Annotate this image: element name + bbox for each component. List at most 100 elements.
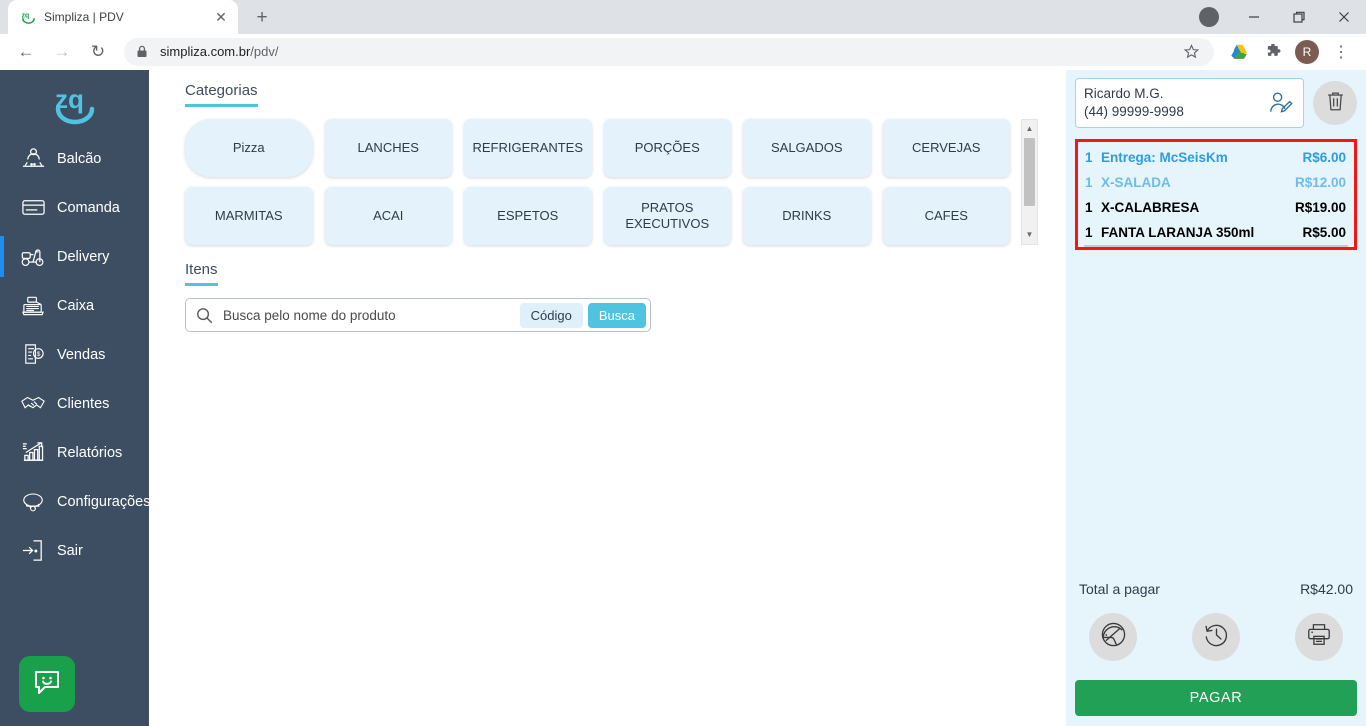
sidebar-item-label: Sair: [57, 542, 83, 559]
item-name: X-SALADA: [1101, 175, 1171, 190]
category-button[interactable]: ACAI: [324, 187, 452, 245]
sidebar-item-comanda[interactable]: Comanda: [0, 183, 149, 232]
category-button[interactable]: LANCHES: [324, 119, 452, 177]
item-price: R$19.00: [1294, 200, 1346, 215]
category-button[interactable]: SALGADOS: [743, 119, 871, 177]
browser-tab-strip: zq Simpliza | PDV ✕ +: [0, 0, 1366, 34]
puzzle-icon[interactable]: [1259, 38, 1287, 66]
reload-icon[interactable]: ↻: [83, 37, 113, 67]
sidebar-item-balcao[interactable]: Balcão: [0, 134, 149, 183]
total-label: Total a pagar: [1079, 581, 1160, 597]
new-tab-button[interactable]: +: [248, 3, 276, 31]
maximize-button[interactable]: [1276, 0, 1321, 34]
chrome-menu-icon[interactable]: ⋮: [1327, 38, 1355, 66]
avatar-letter: R: [1295, 39, 1319, 64]
profile-avatar[interactable]: R: [1293, 38, 1321, 66]
avatar: [1198, 7, 1219, 27]
sidebar-item-configuracoes[interactable]: Configurações: [0, 477, 151, 526]
order-history-button[interactable]: [1192, 613, 1240, 661]
person-edit-icon[interactable]: [1265, 90, 1295, 116]
tab-title: Simpliza | PDV: [44, 10, 124, 24]
close-icon[interactable]: ✕: [212, 8, 230, 26]
sidebar-item-clientes[interactable]: Clientes: [0, 379, 149, 428]
category-button[interactable]: REFRIGERANTES: [464, 119, 592, 177]
url-path: /pdv/: [250, 44, 279, 59]
product-search-bar: Código Busca: [185, 298, 651, 332]
gear-icon: [18, 490, 48, 514]
simpliza-logo-icon: zq: [20, 9, 36, 25]
category-button[interactable]: CAFES: [882, 187, 1010, 245]
item-price: R$12.00: [1294, 175, 1346, 190]
scrollbar-thumb[interactable]: [1024, 138, 1035, 206]
sidebar: zq Balcão Comanda Delivery Caixa $ Venda…: [0, 70, 151, 726]
search-input[interactable]: [223, 307, 520, 323]
category-button[interactable]: Pizza: [185, 119, 313, 177]
lock-icon: [136, 45, 148, 58]
sidebar-item-caixa[interactable]: Caixa: [0, 281, 149, 330]
card-icon: [18, 195, 48, 220]
app-root: zq Balcão Comanda Delivery Caixa $ Venda…: [0, 70, 1366, 726]
codigo-button[interactable]: Código: [519, 302, 583, 328]
back-icon[interactable]: ←: [11, 37, 41, 67]
window-controls: [1186, 0, 1366, 34]
customer-box[interactable]: Ricardo M.G. (44) 99999-9998: [1075, 78, 1304, 128]
order-item-row[interactable]: 1 Entrega: McSeisKm R$6.00: [1081, 145, 1351, 170]
logout-icon: [18, 538, 48, 563]
category-button[interactable]: CERVEJAS: [882, 119, 1010, 177]
delete-order-button[interactable]: [1313, 81, 1357, 125]
history-clock-icon: [1203, 622, 1230, 653]
sidebar-item-label: Clientes: [57, 395, 110, 412]
sidebar-item-delivery[interactable]: Delivery: [0, 232, 149, 281]
sidebar-item-sair[interactable]: Sair: [0, 526, 149, 575]
forward-icon[interactable]: →: [47, 37, 77, 67]
svg-text:$: $: [36, 351, 40, 358]
sidebar-item-vendas[interactable]: $ Vendas: [0, 330, 149, 379]
category-button[interactable]: DRINKS: [743, 187, 871, 245]
category-button[interactable]: ESPETOS: [464, 187, 592, 245]
category-button[interactable]: PORÇÕES: [603, 119, 731, 177]
address-bar[interactable]: simpliza.com.br/pdv/: [124, 37, 1214, 66]
main-content: Categorias Pizza LANCHES REFRIGERANTES P…: [149, 70, 1066, 726]
receipt-money-icon: $: [18, 342, 48, 367]
order-item-row[interactable]: 1 X-CALABRESA R$19.00: [1081, 195, 1351, 220]
browser-tab[interactable]: zq Simpliza | PDV ✕: [8, 0, 238, 34]
browser-toolbar: ← → ↻ simpliza.com.br/pdv/ R ⋮: [0, 34, 1366, 70]
pay-button[interactable]: PAGAR: [1075, 680, 1357, 716]
printer-icon: [1306, 622, 1332, 652]
category-button[interactable]: PRATOS EXECUTIVOS: [603, 187, 731, 245]
customer-info: Ricardo M.G. (44) 99999-9998: [1084, 85, 1265, 121]
scroll-down-icon[interactable]: ▼: [1026, 226, 1034, 242]
google-drive-icon[interactable]: [1225, 38, 1253, 66]
categories-title: Categorias: [185, 82, 258, 107]
list-divider: [1084, 245, 1348, 247]
handshake-icon: [18, 392, 48, 416]
item-qty: 1: [1085, 150, 1093, 165]
sidebar-item-label: Balcão: [57, 150, 102, 167]
print-button[interactable]: [1295, 613, 1343, 661]
profile-chip-button[interactable]: [1186, 0, 1231, 34]
order-items-list: 1 Entrega: McSeisKm R$6.00 1 X-SALADA R$…: [1075, 139, 1357, 250]
category-button[interactable]: MARMITAS: [185, 187, 313, 245]
bookmark-star-icon[interactable]: [1180, 41, 1202, 63]
customer-phone: (44) 99999-9998: [1084, 104, 1184, 119]
search-icon: [196, 307, 213, 324]
order-item-row[interactable]: 1 X-SALADA R$12.00: [1081, 170, 1351, 195]
order-item-row[interactable]: 1 FANTA LARANJA 350ml R$5.00: [1081, 220, 1351, 245]
chat-smiley-icon: [32, 667, 62, 702]
categories-scrollbar[interactable]: ▲ ▼: [1021, 119, 1038, 245]
sidebar-item-label: Relatórios: [57, 444, 123, 461]
delivery-helmet-button[interactable]: [1089, 613, 1137, 661]
sidebar-item-label: Vendas: [57, 346, 106, 363]
sidebar-item-relatorios[interactable]: Relatórios: [0, 428, 149, 477]
scroll-up-icon[interactable]: ▲: [1026, 120, 1034, 136]
trash-icon: [1325, 90, 1346, 117]
customer-name: Ricardo M.G.: [1084, 85, 1164, 101]
window-close-button[interactable]: [1321, 0, 1366, 34]
item-qty: 1: [1085, 200, 1093, 215]
chat-widget-button[interactable]: [19, 656, 75, 712]
item-name: FANTA LARANJA 350ml: [1101, 225, 1255, 240]
sidebar-item-label: Delivery: [57, 248, 110, 265]
categories-area: Pizza LANCHES REFRIGERANTES PORÇÕES SALG…: [185, 119, 1038, 245]
minimize-button[interactable]: [1231, 0, 1276, 34]
busca-button[interactable]: Busca: [587, 302, 646, 328]
